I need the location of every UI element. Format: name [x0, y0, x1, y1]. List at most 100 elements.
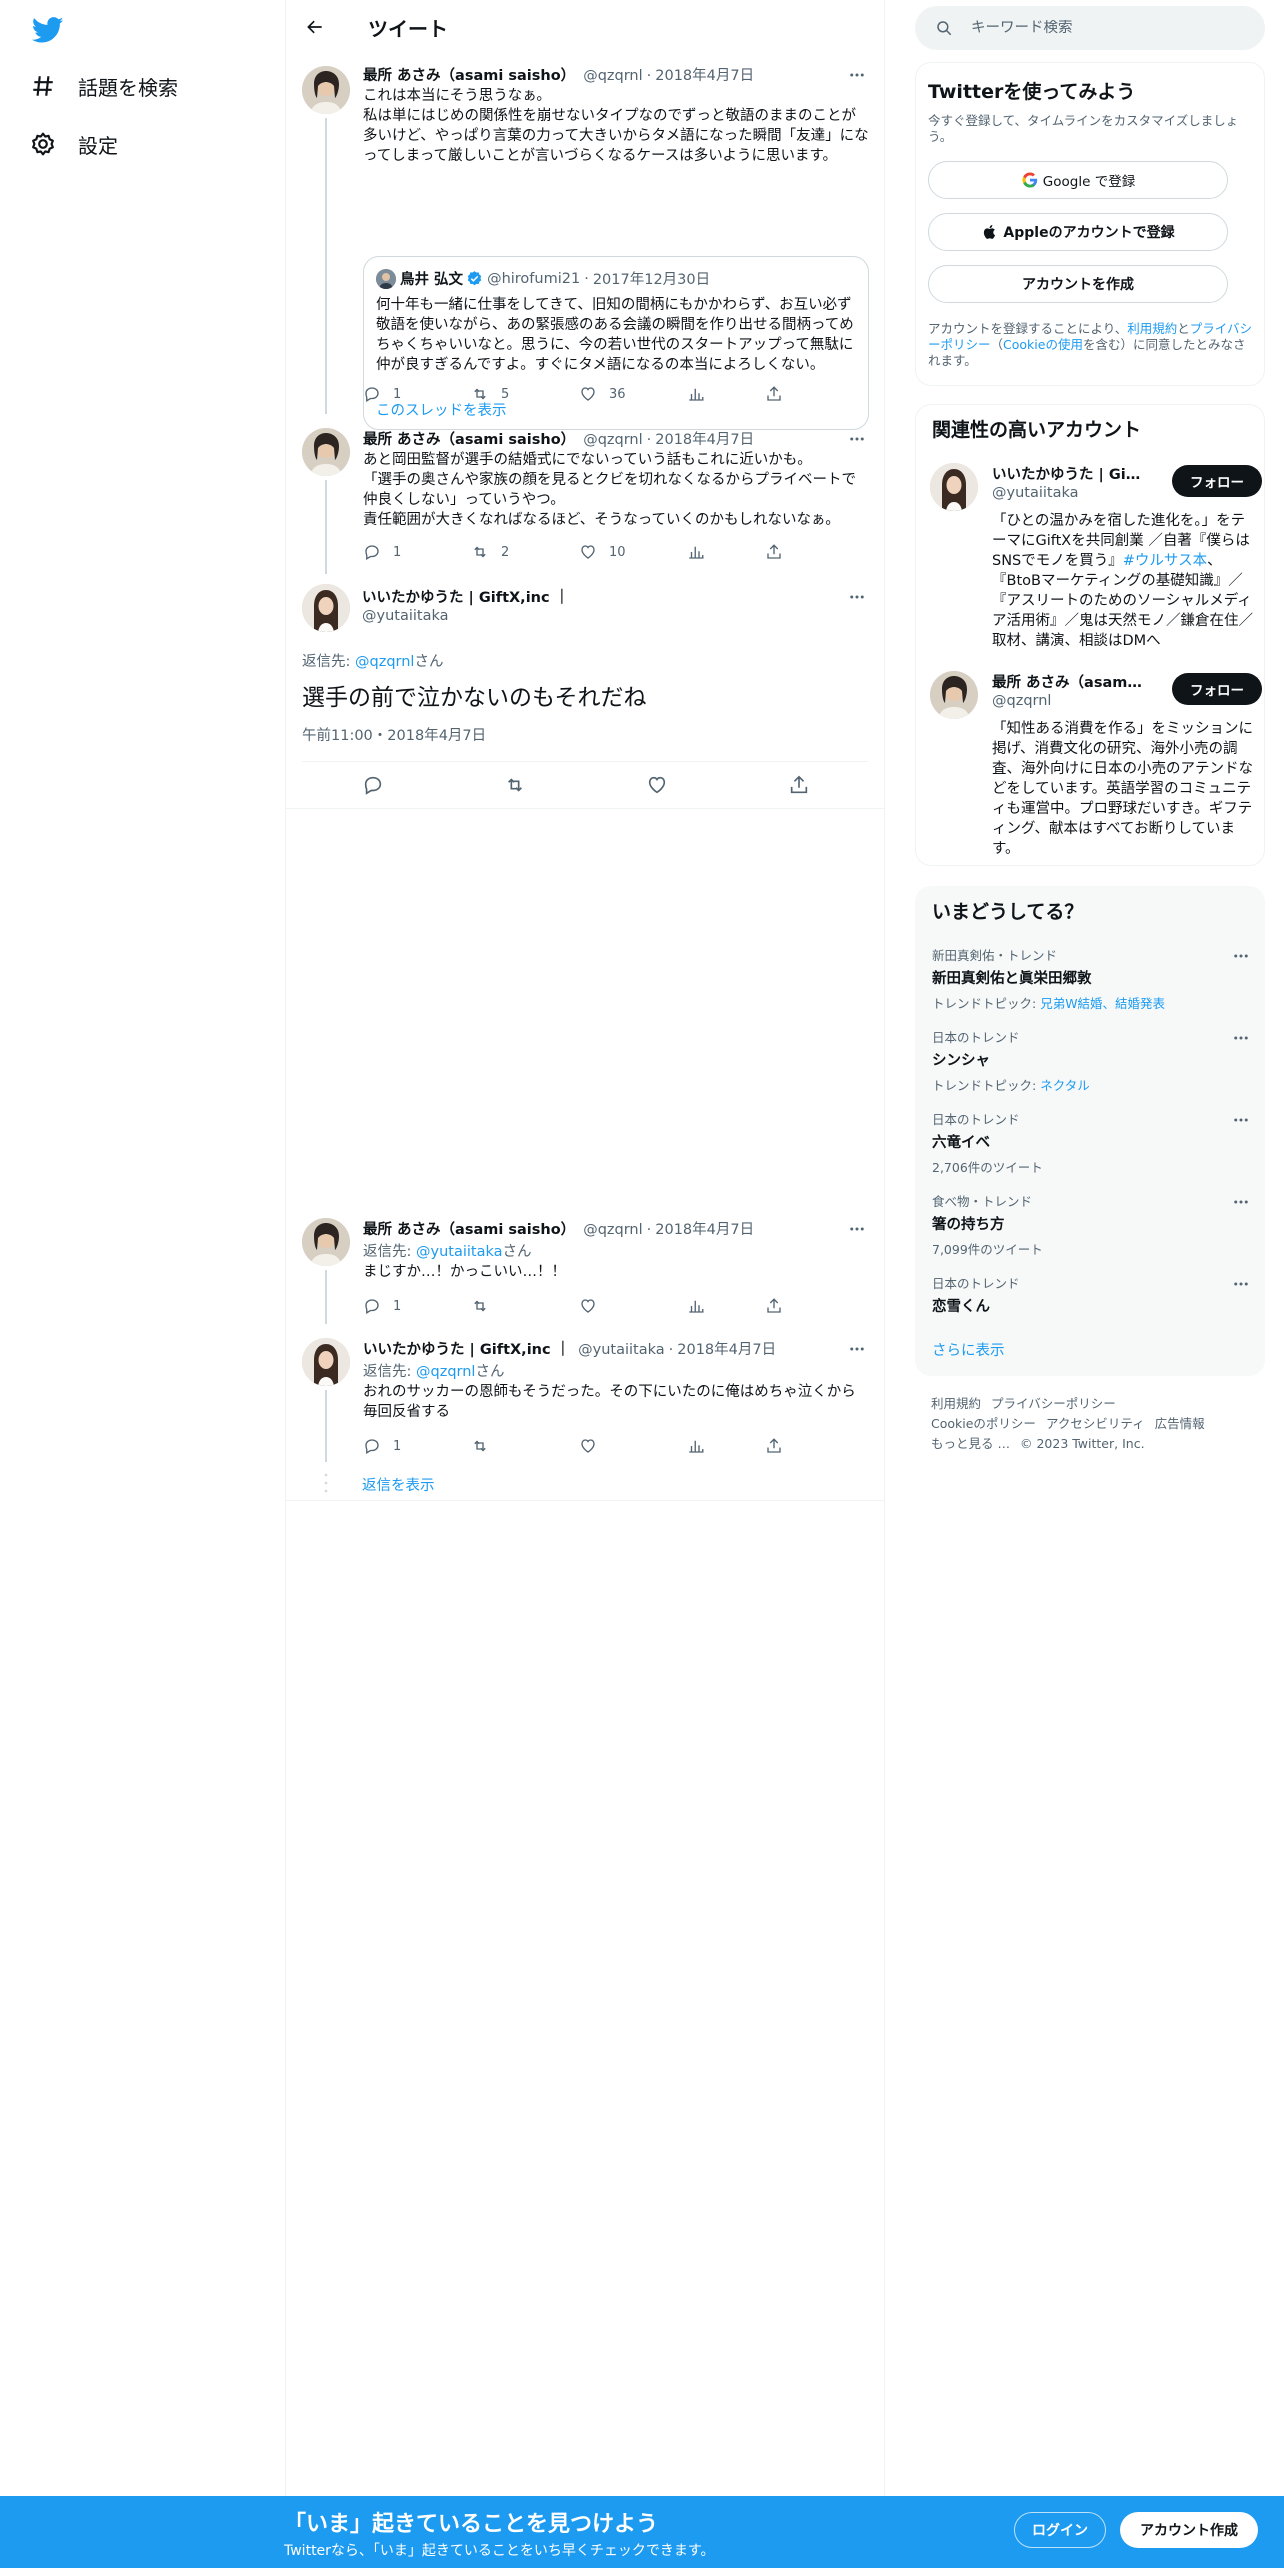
show-replies-link[interactable]: 返信を表示	[362, 1474, 435, 1495]
avatar[interactable]	[302, 584, 350, 632]
trend-item[interactable]: 日本のトレンド 恋雪くん	[932, 1273, 1252, 1316]
footer-link[interactable]: プライバシーポリシー	[991, 1396, 1116, 1411]
retweet-icon[interactable]	[504, 774, 526, 796]
more-icon[interactable]	[846, 1338, 868, 1360]
trend-topic-link[interactable]: ネクタル	[1040, 1078, 1090, 1093]
avatar[interactable]	[302, 1338, 350, 1386]
hashtag-link[interactable]: #ウルサス本	[1123, 553, 1207, 569]
related-user[interactable]: 最所 あさみ（asami saisho） @qzqrnl フォロー 「知性ある消…	[930, 671, 1262, 857]
create-account-button[interactable]: アカウントを作成	[928, 265, 1228, 303]
show-more-trends-link[interactable]: さらに表示	[932, 1339, 1005, 1360]
share-icon[interactable]	[788, 774, 810, 796]
login-button[interactable]: ログイン	[1014, 2512, 1106, 2548]
related-user[interactable]: いいたかゆうた | GiftX,inc ｜ @yutaiitaka フォロー 「…	[930, 463, 1262, 653]
footer-link[interactable]: アクセシビリティ	[1046, 1416, 1145, 1431]
reply-to-user-link[interactable]: @qzqrnl	[355, 654, 414, 670]
more-icon[interactable]	[846, 586, 868, 608]
author-name[interactable]: 最所 あさみ（asami saisho）	[363, 64, 575, 85]
more-icon[interactable]	[846, 1218, 868, 1240]
avatar[interactable]	[302, 66, 350, 114]
heart-icon[interactable]	[646, 774, 668, 796]
tweet-date[interactable]: 2018年4月7日	[677, 1338, 776, 1359]
more-icon[interactable]	[846, 428, 868, 450]
more-icon[interactable]	[1232, 1275, 1252, 1295]
search-box[interactable]	[915, 6, 1265, 50]
terms-of-service-link[interactable]: 利用規約	[1127, 321, 1177, 336]
reply-button[interactable]: 1	[363, 1437, 471, 1455]
tweet[interactable]: 最所 あさみ（asami saisho） @qzqrnl · 2018年4月7日…	[286, 58, 884, 430]
analytics-button[interactable]	[687, 385, 765, 403]
avatar[interactable]	[302, 428, 350, 476]
author-name[interactable]: 最所 あさみ（asami saisho）	[363, 428, 575, 449]
more-icon[interactable]	[1232, 1193, 1252, 1213]
reply-icon[interactable]	[362, 774, 384, 796]
nav-explore[interactable]: 話題を検索	[30, 64, 178, 108]
follow-button[interactable]: フォロー	[1172, 465, 1262, 497]
more-icon[interactable]	[1232, 947, 1252, 967]
analytics-button[interactable]	[687, 1437, 765, 1455]
reply-button[interactable]: 1	[363, 385, 471, 403]
related-user-handle[interactable]: @qzqrnl	[992, 693, 1051, 709]
footer-link[interactable]: Cookieのポリシー	[931, 1416, 1036, 1431]
signup-button[interactable]: アカウント作成	[1120, 2512, 1258, 2548]
tweet[interactable]: 最所 あさみ（asami saisho） @qzqrnl · 2018年4月7日…	[286, 1212, 884, 1324]
cookie-use-link[interactable]: Cookieの使用	[1003, 337, 1083, 352]
share-button[interactable]	[765, 385, 783, 403]
nav-settings[interactable]: 設定	[30, 122, 118, 166]
avatar[interactable]	[930, 463, 978, 511]
avatar[interactable]	[302, 1218, 350, 1266]
reply-to-user-link[interactable]: @yutaiitaka	[416, 1244, 503, 1260]
reply-button[interactable]: 1	[363, 543, 471, 561]
reply-to-user-link[interactable]: @qzqrnl	[416, 1364, 475, 1380]
footer-link[interactable]: 利用規約	[931, 1396, 981, 1411]
author-handle[interactable]: @qzqrnl	[583, 1222, 642, 1238]
author-name[interactable]: いいたかゆうた | GiftX,inc ｜	[363, 1338, 570, 1359]
follow-button[interactable]: フォロー	[1172, 673, 1262, 705]
tweet-timestamp[interactable]: 午前11:00・2018年4月7日	[302, 724, 486, 745]
share-button[interactable]	[765, 543, 783, 561]
trend-item[interactable]: 新田真剣佑・トレンド 新田真剣佑と眞栄田郷敦 トレンドトピック: 兄弟W結婚、結…	[932, 945, 1252, 1012]
google-signup-button[interactable]: Google で登録	[928, 161, 1228, 199]
analytics-button[interactable]	[687, 1297, 765, 1315]
more-icon[interactable]	[846, 64, 868, 86]
author-handle[interactable]: @yutaiitaka	[578, 1342, 665, 1358]
trend-topic-link[interactable]: 兄弟W結婚、結婚発表	[1040, 996, 1165, 1011]
share-button[interactable]	[765, 1297, 783, 1315]
trend-item[interactable]: 日本のトレンド シンシャ トレンドトピック: ネクタル	[932, 1027, 1252, 1094]
tweet[interactable]: いいたかゆうた | GiftX,inc ｜ @yutaiitaka · 2018…	[286, 1332, 884, 1462]
like-button[interactable]	[579, 1437, 687, 1455]
author-handle[interactable]: @yutaiitaka	[362, 608, 449, 624]
related-user-name[interactable]: 最所 あさみ（asami saisho）	[992, 671, 1142, 692]
more-icon[interactable]	[1232, 1111, 1252, 1131]
reply-button[interactable]: 1	[363, 1297, 471, 1315]
more-icon[interactable]	[1232, 1029, 1252, 1049]
like-button[interactable]	[579, 1297, 687, 1315]
author-name[interactable]: いいたかゆうた | GiftX,inc ｜	[362, 586, 569, 607]
related-user-handle[interactable]: @yutaiitaka	[992, 485, 1079, 501]
search-input[interactable]	[971, 20, 1251, 36]
back-button[interactable]	[298, 10, 332, 44]
trend-item[interactable]: 日本のトレンド 六竜イベ 2,706件のツイート	[932, 1109, 1252, 1176]
share-button[interactable]	[765, 1437, 783, 1455]
author-handle[interactable]: @qzqrnl	[583, 68, 642, 84]
avatar[interactable]	[930, 671, 978, 719]
footer-link[interactable]: 広告情報	[1155, 1416, 1205, 1431]
tweet-date[interactable]: 2018年4月7日	[655, 64, 754, 85]
author-handle[interactable]: @qzqrnl	[583, 432, 642, 448]
retweet-button[interactable]	[471, 1437, 579, 1455]
like-button[interactable]: 36	[579, 385, 687, 403]
apple-signup-button[interactable]: Appleのアカウントで登録	[928, 213, 1228, 251]
like-button[interactable]: 10	[579, 543, 687, 561]
tweet-date[interactable]: 2018年4月7日	[655, 428, 754, 449]
analytics-button[interactable]	[687, 543, 765, 561]
trend-item[interactable]: 食べ物・トレンド 箸の持ち方 7,099件のツイート	[932, 1191, 1252, 1258]
tweet[interactable]: 最所 あさみ（asami saisho） @qzqrnl · 2018年4月7日…	[286, 424, 884, 574]
retweet-button[interactable]: 5	[471, 385, 579, 403]
retweet-button[interactable]	[471, 1297, 579, 1315]
twitter-logo-icon[interactable]	[31, 14, 64, 46]
retweet-button[interactable]: 2	[471, 543, 579, 561]
tweet-date[interactable]: 2018年4月7日	[655, 1218, 754, 1239]
author-name[interactable]: 最所 あさみ（asami saisho）	[363, 1218, 575, 1239]
related-user-name[interactable]: いいたかゆうた | GiftX,inc ｜	[992, 463, 1142, 484]
footer-link-more[interactable]: もっと見る …	[931, 1436, 1010, 1451]
